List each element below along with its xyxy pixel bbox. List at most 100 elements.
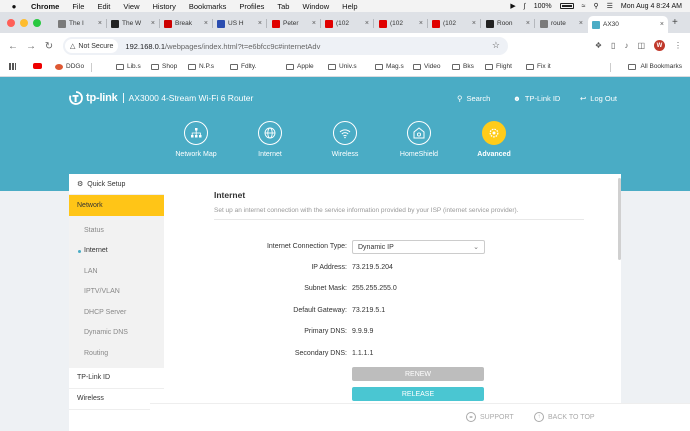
media-icon[interactable]: ♪ — [624, 41, 628, 50]
tab-close-icon[interactable]: × — [419, 20, 423, 27]
security-chip[interactable]: △ Not Secure — [65, 39, 119, 53]
bookmark-folder-libs[interactable]: Lib.s — [116, 63, 141, 70]
tab-close-icon[interactable]: × — [365, 20, 369, 27]
tab-close-icon[interactable]: × — [660, 21, 664, 28]
sidebar-item-tplink-id[interactable]: TP-Link ID — [69, 368, 164, 389]
sidebar-item-quick-setup[interactable]: ⚙ Quick Setup — [69, 174, 164, 195]
tab-close-icon[interactable]: × — [151, 20, 155, 27]
reload-icon[interactable]: ↻ — [42, 41, 56, 52]
tplink-logo[interactable]: tp-link AX3000 4-Stream Wi-Fi 6 Router — [69, 91, 253, 105]
menu-history[interactable]: History — [153, 2, 176, 11]
play-icon[interactable]: ▶ — [510, 2, 515, 10]
sidebar-panel-icon[interactable]: ◫ — [637, 41, 645, 50]
browser-tab[interactable]: (102 × — [321, 16, 373, 31]
menu-tab[interactable]: Tab — [277, 2, 289, 11]
header-logout-link[interactable]: ↩ Log Out — [580, 94, 617, 103]
wifi-status-icon[interactable]: ≈ — [582, 3, 586, 10]
menu-profiles[interactable]: Profiles — [239, 2, 264, 11]
browser-tab[interactable]: US H × — [213, 16, 266, 31]
apps-grid-icon[interactable] — [9, 63, 16, 70]
bookmark-folder-flight[interactable]: Flight — [485, 63, 512, 70]
battery-icon[interactable] — [559, 3, 574, 9]
menu-edit[interactable]: Edit — [97, 2, 110, 11]
minimize-window-button[interactable] — [20, 19, 28, 27]
new-tab-plus-icon[interactable]: + — [672, 17, 678, 28]
bookmark-ddgo[interactable]: DDGo — [55, 63, 84, 70]
bookmark-folder-apple[interactable]: Apple — [286, 63, 314, 70]
close-window-button[interactable] — [7, 19, 15, 27]
header-search-link[interactable]: ⚲ Search — [457, 94, 490, 103]
bookmark-folder-mags[interactable]: Mag.s — [375, 63, 404, 70]
sidebar-item-network[interactable]: Network — [69, 195, 164, 216]
sidebar-sub-lan[interactable]: LAN — [69, 261, 164, 282]
youtube-bookmark-icon[interactable] — [33, 63, 42, 69]
sidebar-sub-status[interactable]: Status — [69, 220, 164, 241]
browser-tab[interactable]: (102 × — [375, 16, 427, 31]
tab-close-icon[interactable]: × — [98, 20, 102, 27]
nav-internet[interactable]: Internet — [235, 121, 305, 158]
tab-close-icon[interactable]: × — [258, 20, 262, 27]
control-center-icon[interactable]: ☰ — [607, 2, 613, 10]
tab-active[interactable]: AX30 × — [588, 16, 668, 33]
bookmark-folder-nps[interactable]: N.P.s — [188, 63, 214, 70]
menubar-clock[interactable]: Mon Aug 4 8:24 AM — [621, 3, 682, 10]
bookmark-folder-bks[interactable]: Bks — [452, 63, 474, 70]
bookmark-folder-univs[interactable]: Univ.s — [328, 63, 357, 70]
release-button[interactable]: RELEASE — [352, 387, 484, 401]
extensions-puzzle-icon[interactable]: ▯ — [611, 41, 615, 50]
browser-tab[interactable]: The W × — [107, 16, 159, 31]
menu-window[interactable]: Window — [302, 2, 329, 11]
browser-tab[interactable]: Roon × — [482, 16, 534, 31]
tab-close-icon[interactable]: × — [579, 20, 583, 27]
nav-wireless[interactable]: Wireless — [310, 121, 380, 158]
browser-tab[interactable]: Break × — [160, 16, 212, 31]
forward-arrow-icon[interactable]: → — [24, 41, 38, 52]
zoom-window-button[interactable] — [33, 19, 41, 27]
nav-network-map[interactable]: Network Map — [161, 121, 231, 158]
bookmarks-bar: DDGo Lib.s Shop N.P.s Fdlty. Apple Univ.… — [0, 59, 690, 77]
menu-file[interactable]: File — [72, 2, 84, 11]
apple-menu-icon[interactable]: ● — [9, 2, 19, 11]
renew-button[interactable]: RENEW — [352, 367, 484, 381]
sidebar-sub-internet[interactable]: Internet — [69, 241, 164, 262]
chrome-menu-icon[interactable]: ⋮ — [674, 41, 682, 50]
sidebar-sub-routing[interactable]: Routing — [69, 343, 164, 364]
spotlight-icon[interactable]: ⚲ — [593, 2, 598, 10]
bookmark-folder-fdlty[interactable]: Fdlty. — [230, 63, 256, 70]
field-value: 1.1.1.1 — [352, 350, 374, 357]
menu-app-name[interactable]: Chrome — [31, 2, 59, 11]
bookmark-star-icon[interactable]: ☆ — [492, 40, 500, 51]
menu-help[interactable]: Help — [342, 2, 357, 11]
sidebar-sub-iptv-vlan[interactable]: IPTV/VLAN — [69, 282, 164, 303]
tab-close-icon[interactable]: × — [472, 20, 476, 27]
profile-avatar[interactable]: W — [654, 40, 665, 51]
bluetooth-icon[interactable]: ∫ — [524, 3, 526, 10]
tab-close-icon[interactable]: × — [526, 20, 530, 27]
bookmark-folder-fixit[interactable]: Fix it — [526, 63, 551, 70]
bookmark-folder-shop[interactable]: Shop — [151, 63, 177, 70]
tab-close-icon[interactable]: × — [204, 20, 208, 27]
sidebar-sub-dhcp-server[interactable]: DHCP Server — [69, 302, 164, 323]
browser-tab[interactable]: The I × — [54, 16, 106, 31]
sidebar-sub-dynamic-dns[interactable]: Dynamic DNS — [69, 323, 164, 344]
browser-tab[interactable]: route × — [536, 16, 587, 31]
url-text[interactable]: 192.168.0.1/webpages/index.html?t=e6bfcc… — [125, 42, 320, 51]
menu-bookmarks[interactable]: Bookmarks — [189, 2, 227, 11]
address-bar[interactable]: △ Not Secure 192.168.0.1/webpages/index.… — [63, 37, 508, 55]
header-tplink-id-link[interactable]: ☻ TP-Link ID — [513, 94, 560, 103]
back-to-top-link[interactable]: ↑ BACK TO TOP — [534, 412, 595, 422]
bookmark-folder-video[interactable]: Video — [413, 63, 441, 70]
support-link[interactable]: ⚭ SUPPORT — [466, 412, 514, 422]
nav-homeshield[interactable]: HomeShield — [384, 121, 454, 158]
nav-advanced[interactable]: Advanced — [459, 121, 529, 158]
all-bookmarks-button[interactable]: All Bookmarks — [628, 63, 682, 70]
browser-tab[interactable]: (102 × — [428, 16, 480, 31]
extension-icon[interactable]: ❖ — [595, 41, 602, 50]
menu-view[interactable]: View — [123, 2, 139, 11]
back-arrow-icon[interactable]: ← — [6, 41, 20, 52]
youtube-icon — [432, 19, 440, 28]
tab-close-icon[interactable]: × — [312, 20, 316, 27]
panel-scrollbar[interactable] — [618, 178, 621, 260]
browser-tab[interactable]: Peter × — [268, 16, 320, 31]
connection-type-select[interactable]: Dynamic IP ⌄ — [352, 240, 485, 254]
